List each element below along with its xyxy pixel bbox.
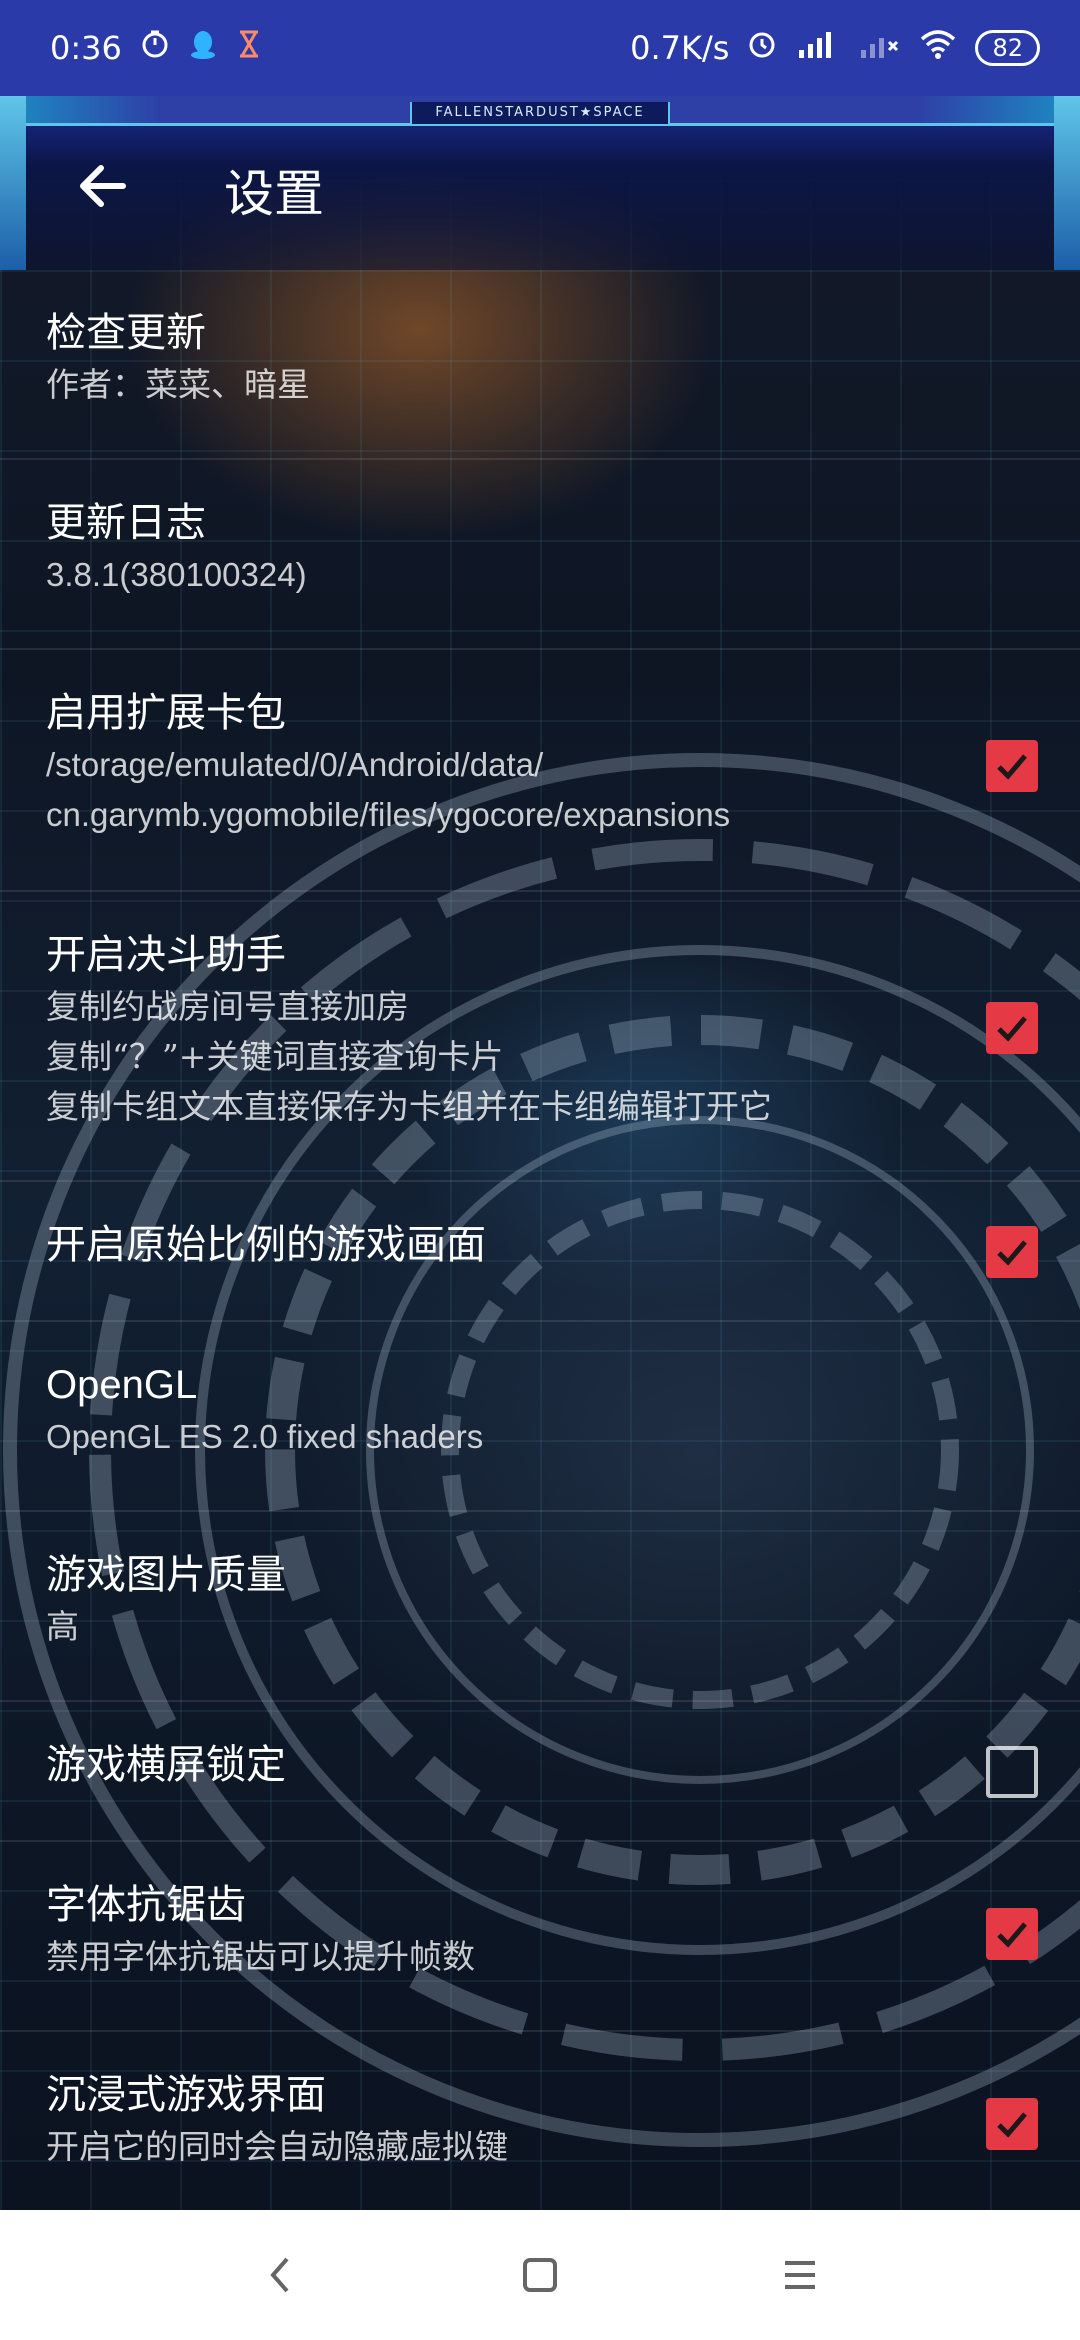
setting-subtitle: 作者：菜菜、暗星: [46, 365, 310, 404]
check-icon: [997, 2112, 1027, 2138]
square-icon: [523, 2258, 557, 2292]
setting-duel-assistant[interactable]: 开启决斗助手 复制约战房间号直接加房 复制“？”+关键词直接查询卡片 复制卡组文…: [0, 892, 1080, 1182]
hud-banner: FALLENSTARDUST★SPACE: [410, 102, 670, 126]
setting-title: OpenGL: [46, 1363, 198, 1407]
setting-title: 游戏图片质量: [46, 1552, 286, 1598]
nav-home-button[interactable]: [510, 2245, 570, 2305]
menu-icon: [785, 2261, 815, 2289]
checkbox-checked[interactable]: [986, 1226, 1038, 1278]
battery-icon: 82: [975, 30, 1040, 66]
hud-frame-left: [0, 96, 26, 270]
signal-hd-icon: [795, 28, 839, 68]
nav-back-button[interactable]: [250, 2245, 310, 2305]
battery-level: 82: [992, 34, 1023, 62]
setting-subtitle: 3.8.1(380100324): [46, 556, 307, 593]
alarm-icon: [747, 29, 777, 67]
setting-font-antialias[interactable]: 字体抗锯齿 禁用字体抗锯齿可以提升帧数: [0, 1842, 1080, 2032]
setting-subtitle: 复制约战房间号直接加房: [46, 987, 409, 1026]
check-icon: [997, 754, 1027, 780]
page-title: 设置: [224, 165, 324, 223]
hud-frame-right: [1054, 96, 1080, 270]
status-bar: 0:36 0.7K/s 82: [0, 0, 1080, 96]
setting-landscape-lock[interactable]: 游戏横屏锁定: [0, 1702, 1080, 1842]
setting-subtitle: 开启它的同时会自动隐藏虚拟键: [46, 2127, 508, 2166]
setting-subtitle: OpenGL ES 2.0 fixed shaders: [46, 1418, 484, 1455]
qq-icon: [188, 28, 218, 68]
setting-title: 启用扩展卡包: [46, 690, 286, 736]
setting-title: 开启原始比例的游戏画面: [46, 1222, 486, 1268]
settings-list: 检查更新 作者：菜菜、暗星 更新日志 3.8.1(380100324) 启用扩展…: [0, 270, 1080, 2212]
check-icon: [997, 1016, 1027, 1042]
setting-changelog[interactable]: 更新日志 3.8.1(380100324): [0, 460, 1080, 650]
setting-title: 检查更新: [46, 310, 206, 356]
setting-subtitle: cn.garymb.ygomobile/files/ygocore/expans…: [46, 796, 731, 833]
check-icon: [997, 1922, 1027, 1948]
check-icon: [997, 1240, 1027, 1266]
setting-title: 沉浸式游戏界面: [46, 2072, 326, 2118]
timer-icon: [140, 29, 170, 67]
net-speed: 0.7K/s: [630, 29, 730, 67]
setting-subtitle: 复制“？”+关键词直接查询卡片: [46, 1037, 504, 1076]
system-nav-bar: [0, 2210, 1080, 2340]
setting-subtitle: 高: [46, 1607, 79, 1646]
setting-subtitle: 禁用字体抗锯齿可以提升帧数: [46, 1937, 475, 1976]
checkbox-checked[interactable]: [986, 1908, 1038, 1960]
setting-title: 字体抗锯齿: [46, 1882, 246, 1928]
arrow-left-icon: [80, 165, 126, 207]
checkbox-checked[interactable]: [986, 1002, 1038, 1054]
setting-opengl[interactable]: OpenGL OpenGL ES 2.0 fixed shaders: [0, 1322, 1080, 1512]
setting-subtitle: /storage/emulated/0/Android/data/: [46, 746, 544, 783]
signal-icon: [857, 28, 901, 68]
setting-title: 游戏横屏锁定: [46, 1742, 286, 1788]
chevron-left-icon: [270, 2257, 289, 2293]
back-button[interactable]: [72, 156, 132, 216]
checkbox-checked[interactable]: [986, 2098, 1038, 2150]
setting-title: 开启决斗助手: [46, 932, 286, 978]
setting-enable-expansions[interactable]: 启用扩展卡包 /storage/emulated/0/Android/data/…: [0, 650, 1080, 892]
app-bar: FALLENSTARDUST★SPACE 设置: [0, 96, 1080, 270]
hourglass-icon: [236, 29, 262, 67]
setting-title: 更新日志: [46, 500, 206, 546]
nav-menu-button[interactable]: [770, 2245, 830, 2305]
checkbox-checked[interactable]: [986, 740, 1038, 792]
setting-immersive-mode[interactable]: 沉浸式游戏界面 开启它的同时会自动隐藏虚拟键: [0, 2032, 1080, 2212]
setting-check-update[interactable]: 检查更新 作者：菜菜、暗星: [0, 270, 1080, 460]
setting-original-ratio[interactable]: 开启原始比例的游戏画面: [0, 1182, 1080, 1322]
wifi-icon: [919, 29, 957, 67]
setting-image-quality[interactable]: 游戏图片质量 高: [0, 1512, 1080, 1702]
checkbox-unchecked[interactable]: [986, 1746, 1038, 1798]
setting-subtitle: 复制卡组文本直接保存为卡组并在卡组编辑打开它: [46, 1087, 772, 1126]
status-time: 0:36: [50, 29, 122, 67]
